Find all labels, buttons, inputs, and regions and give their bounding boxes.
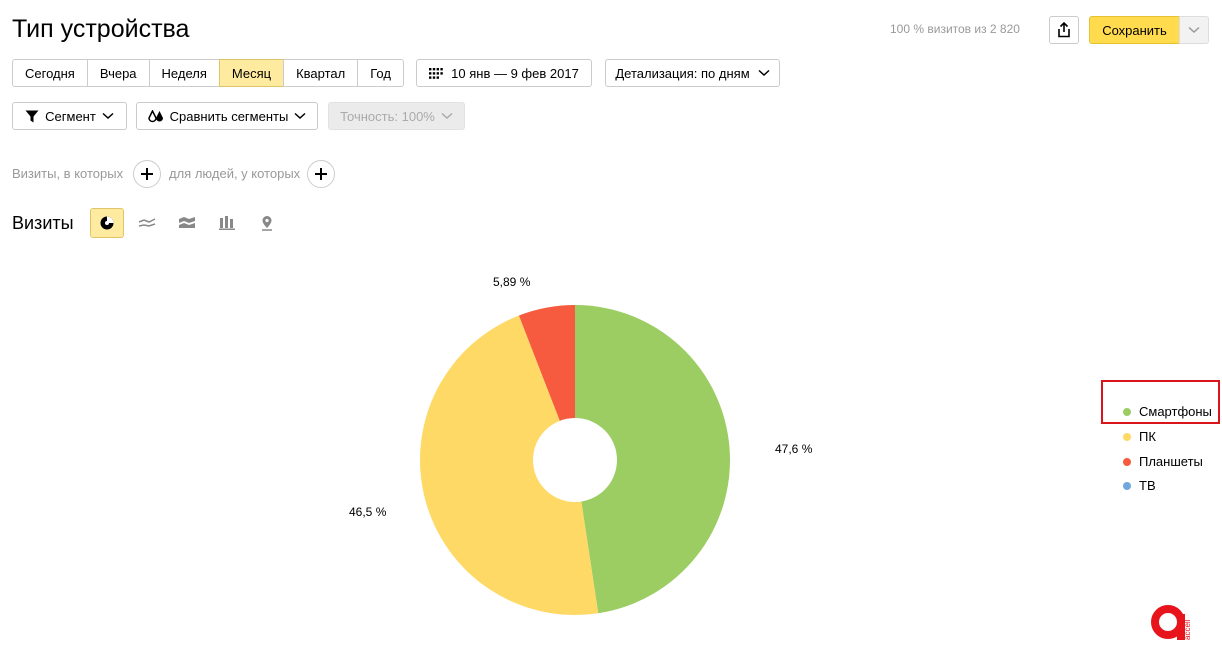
legend-dot xyxy=(1123,457,1131,466)
slice-label-smartphones: 47,6 % xyxy=(775,442,813,456)
legend-dot xyxy=(1123,481,1131,490)
legend-label: Планшеты xyxy=(1139,454,1203,469)
legend-item-smartphones[interactable]: Смартфоны xyxy=(1123,404,1212,419)
legend-item-tablets[interactable]: Планшеты xyxy=(1123,454,1203,469)
legend-label: Смартфоны xyxy=(1139,404,1212,419)
accell-logo: accell xyxy=(1151,605,1192,640)
legend-label: ПК xyxy=(1139,429,1156,444)
device-type-chart xyxy=(419,305,730,615)
legend-item-pc[interactable]: ПК xyxy=(1123,429,1156,444)
legend-label: ТВ xyxy=(1139,478,1156,493)
legend-dot xyxy=(1123,407,1131,416)
donut-hole xyxy=(533,418,617,502)
legend-dot xyxy=(1123,432,1131,441)
svg-text:accell: accell xyxy=(1183,619,1192,640)
slice-label-tablets: 5,89 % xyxy=(493,275,531,289)
legend-item-tv[interactable]: ТВ xyxy=(1123,478,1156,493)
slice-label-pc: 46,5 % xyxy=(349,505,387,519)
